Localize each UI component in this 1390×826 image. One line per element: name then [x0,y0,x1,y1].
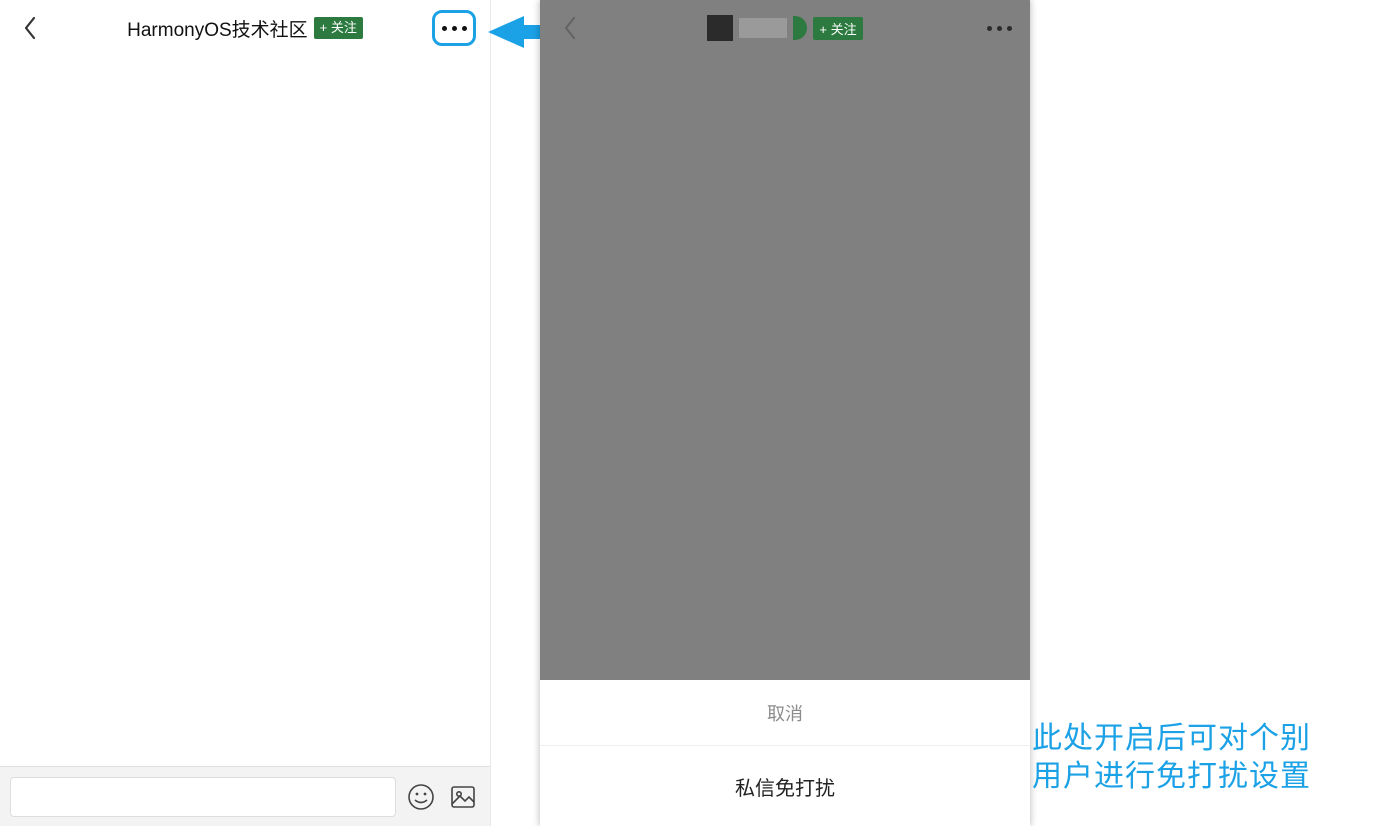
chat-title: HarmonyOS技术社区 [127,15,308,42]
annotation-text: 此处开启后可对个别 用户进行免打扰设置 [1032,720,1311,795]
divider [490,0,491,826]
emoji-button[interactable] [404,780,438,814]
message-input[interactable] [10,777,396,817]
image-icon [448,782,478,812]
ellipsis-icon [442,26,447,31]
chat-body [0,56,490,766]
more-button-dimmed [987,26,1012,31]
phone-left: HarmonyOS技术社区 + 关注 [0,0,490,826]
smile-icon [406,782,436,812]
ellipsis-icon [987,26,992,31]
redacted-avatar [707,15,733,41]
chevron-left-icon [23,16,37,40]
image-button[interactable] [446,780,480,814]
annotation-line-1: 此处开启后可对个别 [1032,720,1311,758]
chat-body-dimmed [540,56,1030,680]
dnd-option[interactable]: 私信免打扰 [540,746,1030,826]
back-button[interactable] [8,6,52,50]
redacted-badge-arc [793,16,807,40]
cancel-button[interactable]: 取消 [540,680,1030,746]
follow-badge[interactable]: + 关注 [314,17,363,39]
redacted-title [739,18,787,38]
more-button[interactable] [432,10,476,46]
chat-header-dimmed: + 关注 [540,0,1030,56]
chat-footer [0,766,490,826]
phone-right: + 关注 取消 私信免打扰 [540,0,1030,826]
chat-header: HarmonyOS技术社区 + 关注 [0,0,490,56]
annotation-line-2: 用户进行免打扰设置 [1032,758,1311,796]
action-sheet: 取消 私信免打扰 [540,680,1030,826]
follow-badge-dimmed: + 关注 [813,17,862,40]
